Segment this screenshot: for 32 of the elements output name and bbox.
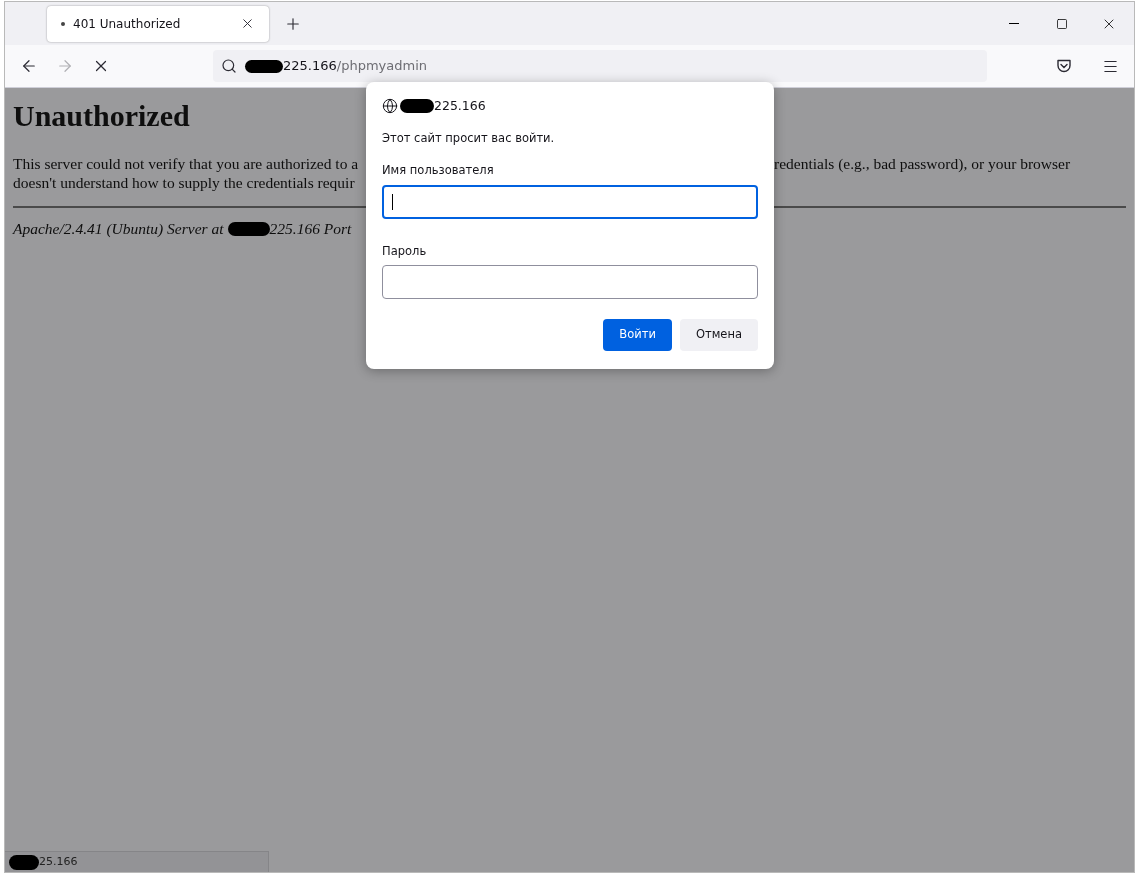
url-text: 225.166/phpmyadmin (283, 57, 427, 76)
server-signature: Apache/2.4.41 (Ubuntu) Server at (13, 219, 224, 239)
maximize-icon (1056, 17, 1068, 30)
site-host: 225.166 (434, 96, 486, 115)
search-icon (221, 58, 237, 74)
password-field[interactable] (382, 264, 758, 299)
tab-title: 401 Unauthorized (73, 15, 182, 33)
server-signature: 225.166 Port (269, 219, 352, 239)
address-bar[interactable]: 225.166/phpmyadmin (213, 50, 987, 82)
field-label: Пароль (382, 242, 427, 260)
pocket-icon (1056, 58, 1072, 74)
close-icon[interactable] (240, 16, 255, 31)
dialog-message: Этот сайт просит вас войти. (382, 130, 555, 147)
redaction-mark (400, 99, 434, 113)
page-heading: Unauthorized (13, 98, 190, 134)
minimize-icon (1009, 23, 1019, 24)
forward-icon (56, 57, 74, 75)
page-text: doesn't understand how to supply the credentials requir (13, 174, 355, 191)
redaction-mark (9, 854, 39, 870)
redaction-mark (227, 221, 270, 236)
text-cursor (392, 193, 393, 210)
field-label: Имя пользователя (382, 162, 494, 180)
browser-tab[interactable]: 401 Unauthorized (47, 5, 269, 42)
page-text: This server could not verify that you are authorized to a (13, 155, 359, 172)
login-button[interactable]: Войти (603, 318, 672, 351)
back-icon (20, 57, 38, 75)
status-bar: 25.166 (5, 851, 269, 872)
globe-icon (382, 98, 398, 114)
username-field[interactable] (382, 184, 758, 219)
page-text: redentials (e.g., bad password), or your browser (774, 154, 1071, 173)
cancel-button[interactable]: Отмена (679, 318, 758, 351)
redaction-mark (245, 59, 283, 73)
